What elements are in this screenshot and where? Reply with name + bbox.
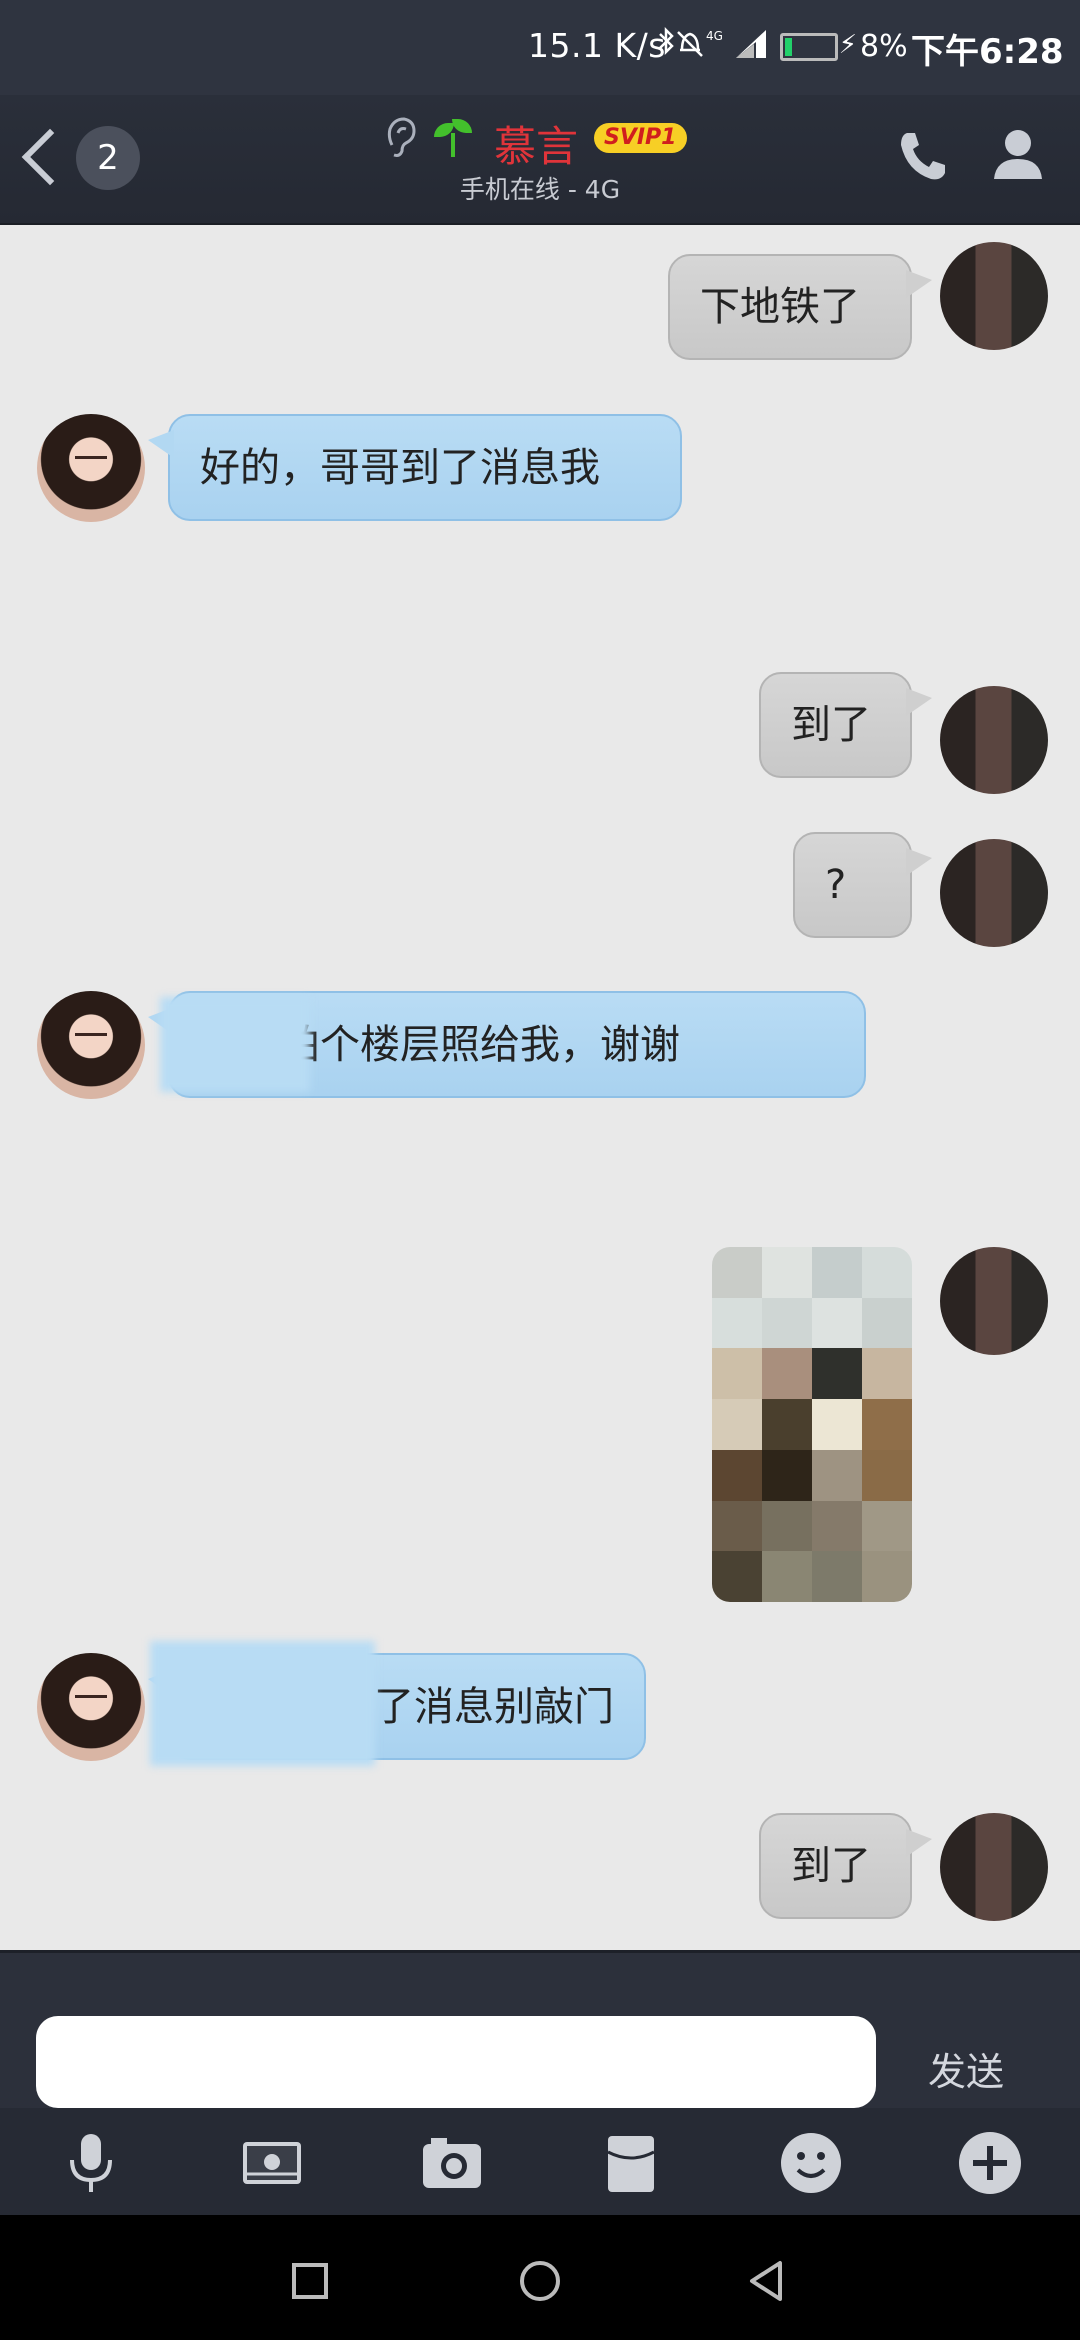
redaction-blur — [150, 1641, 375, 1766]
emoji-icon[interactable] — [776, 2128, 846, 2198]
my-avatar[interactable] — [940, 242, 1048, 350]
message-text: 到了 — [791, 1843, 871, 1889]
svg-text:4G: 4G — [706, 29, 723, 43]
input-toolbar — [0, 2108, 1080, 2215]
input-bar: 发送 — [0, 1950, 1080, 2108]
home-icon[interactable] — [510, 2251, 570, 2311]
contact-avatar[interactable] — [37, 1653, 145, 1761]
image-message-pixelated[interactable] — [712, 1247, 912, 1602]
back-icon[interactable] — [738, 2251, 798, 2311]
message-list[interactable]: 下地铁了 好的，哥哥到了消息我 到了 ? 到了拍个楼层照给我，谢谢 了消息别敲门… — [0, 227, 1080, 1949]
plus-icon[interactable] — [955, 2128, 1025, 2198]
phone-call-icon[interactable] — [893, 125, 953, 185]
picture-icon[interactable] — [237, 2128, 307, 2198]
battery-percent: 8% — [860, 29, 908, 64]
photo-pixel — [712, 1297, 762, 1349]
photo-pixel — [862, 1399, 912, 1450]
contact-title[interactable]: 慕言 SVIP1 — [380, 113, 700, 173]
photo-pixel — [762, 1449, 812, 1501]
microphone-icon[interactable] — [56, 2128, 126, 2198]
profile-icon[interactable] — [988, 123, 1048, 183]
contact-avatar[interactable] — [37, 991, 145, 1099]
contact-name: 慕言 — [494, 122, 579, 171]
recents-icon[interactable] — [280, 2251, 340, 2311]
my-avatar[interactable] — [940, 1247, 1048, 1355]
send-button[interactable]: 发送 — [928, 2041, 1004, 2096]
message-input[interactable] — [36, 2016, 876, 2108]
photo-pixel — [712, 1551, 762, 1602]
message-text: 好的，哥哥到了消息我 — [200, 444, 600, 491]
photo-pixel — [812, 1449, 862, 1501]
photo-pixel — [712, 1348, 762, 1400]
photo-pixel — [812, 1247, 862, 1298]
svip-badge: SVIP1 — [594, 123, 687, 153]
message-bubble-outgoing[interactable]: 到了 — [759, 1813, 932, 1919]
photo-pixel — [862, 1247, 912, 1298]
photo-pixel — [862, 1500, 912, 1552]
ear-icon — [384, 115, 418, 168]
photo-pixel — [762, 1500, 812, 1552]
photo-pixel — [862, 1297, 912, 1349]
photo-pixel — [862, 1348, 912, 1400]
photo-pixel — [712, 1399, 762, 1450]
photo-pixel — [762, 1247, 812, 1298]
system-nav-bar — [0, 2215, 1080, 2340]
photo-pixel — [812, 1551, 862, 1602]
photo-pixel — [762, 1297, 812, 1349]
network-speed: 15.1 K/s — [528, 26, 666, 65]
photo-pixel — [712, 1247, 762, 1298]
photo-pixel — [712, 1500, 762, 1552]
camera-icon[interactable] — [417, 2128, 487, 2198]
chat-header: 2 慕言 SVIP1 手机在线 - 4G — [0, 95, 1080, 225]
bluetooth-mute-signal-icon: 4G — [659, 26, 766, 58]
message-text: ? — [825, 862, 847, 908]
red-packet-icon[interactable] — [596, 2128, 666, 2198]
photo-pixel — [762, 1551, 812, 1602]
photo-pixel — [812, 1500, 862, 1552]
message-text: 了消息别敲门 — [374, 1683, 614, 1730]
message-bubble-incoming[interactable]: 好的，哥哥到了消息我 — [148, 414, 682, 521]
battery-icon: ⚡ — [780, 30, 857, 61]
my-avatar[interactable] — [940, 839, 1048, 947]
photo-pixel — [812, 1348, 862, 1400]
clock: 下午6:28 — [911, 32, 1064, 72]
my-avatar[interactable] — [940, 686, 1048, 794]
photo-pixel — [812, 1297, 862, 1349]
photo-pixel — [712, 1449, 762, 1501]
photo-pixel — [862, 1449, 912, 1501]
photo-pixel — [762, 1348, 812, 1400]
redaction-blur — [160, 997, 310, 1092]
message-bubble-outgoing[interactable]: ? — [793, 832, 932, 938]
my-avatar[interactable] — [940, 1813, 1048, 1921]
message-text: 到了 — [791, 702, 871, 748]
message-text: 下地铁了 — [700, 284, 860, 330]
contact-avatar[interactable] — [37, 414, 145, 522]
photo-pixel — [812, 1399, 862, 1450]
photo-pixel — [862, 1551, 912, 1602]
message-bubble-outgoing[interactable]: 到了 — [759, 672, 932, 778]
message-bubble-outgoing[interactable]: 下地铁了 — [668, 254, 932, 360]
status-icons: 4G — [656, 24, 776, 72]
photo-pixel — [762, 1399, 812, 1450]
sprout-icon — [432, 117, 474, 159]
status-bar: 15.1 K/s 4G ⚡ 8% 下午6:28 — [0, 0, 1080, 95]
